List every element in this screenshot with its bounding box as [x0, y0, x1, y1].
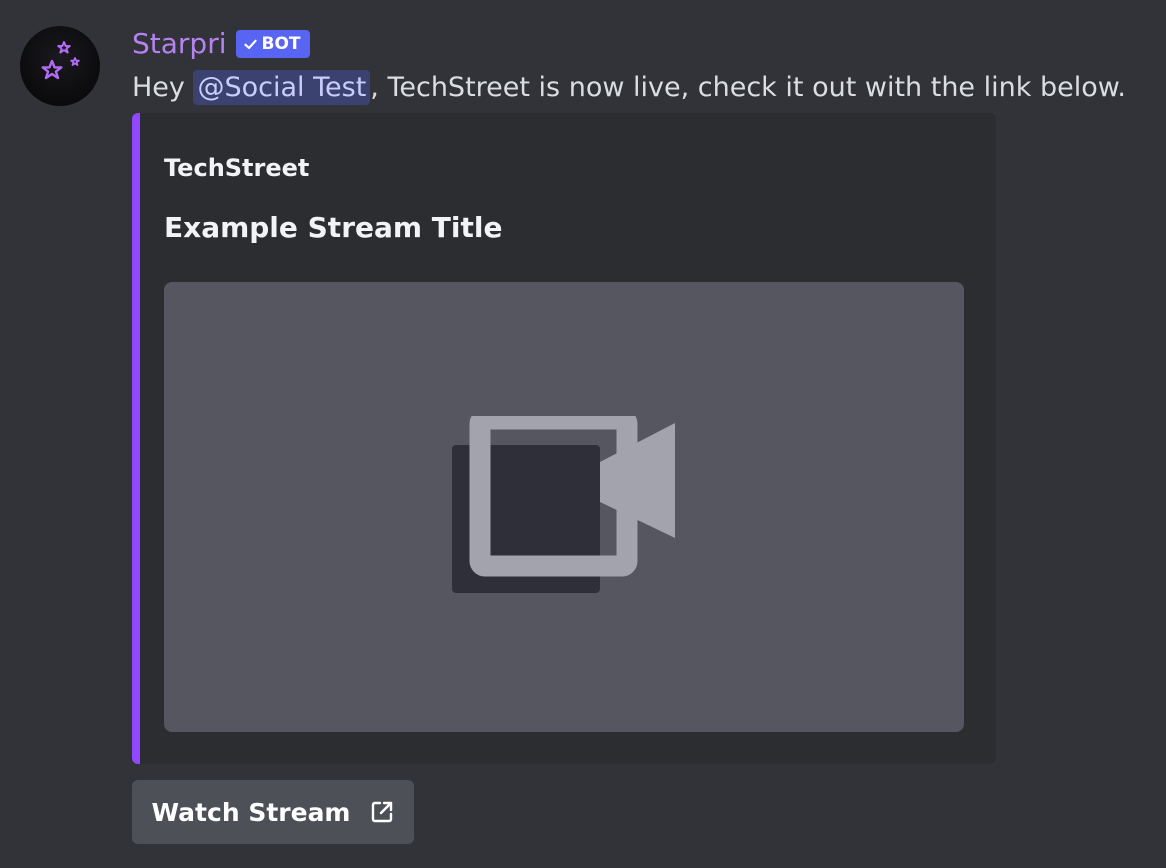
content-suffix: , TechStreet is now live, check it out w…: [370, 72, 1126, 103]
embed-media-placeholder[interactable]: [164, 282, 964, 732]
message-content: Hey @Social Test, TechStreet is now live…: [132, 66, 1126, 110]
embed-title: Example Stream Title: [164, 211, 503, 244]
sparkle-stars-icon: [41, 41, 80, 80]
bot-tag-label: BOT: [261, 34, 301, 54]
embed-accent-bar: [132, 113, 140, 764]
user-mention[interactable]: @Social Test: [193, 70, 371, 105]
username[interactable]: Starpri: [132, 26, 227, 62]
watch-stream-button[interactable]: Watch Stream: [132, 780, 414, 844]
verified-check-icon: [243, 39, 257, 49]
avatar[interactable]: [20, 26, 100, 106]
bot-tag: BOT: [235, 30, 310, 58]
stream-embed: TechStreet Example Stream Title: [132, 113, 996, 764]
embed-author: TechStreet: [164, 154, 310, 182]
chat-message: Starpri BOT Hey @Social Test, TechStreet…: [0, 0, 1166, 868]
content-prefix: Hey: [132, 72, 194, 103]
message-header: Starpri BOT: [132, 26, 310, 62]
video-camera-icon: [452, 416, 675, 593]
watch-stream-label: Watch Stream: [151, 797, 351, 827]
external-link-icon: [371, 801, 392, 823]
